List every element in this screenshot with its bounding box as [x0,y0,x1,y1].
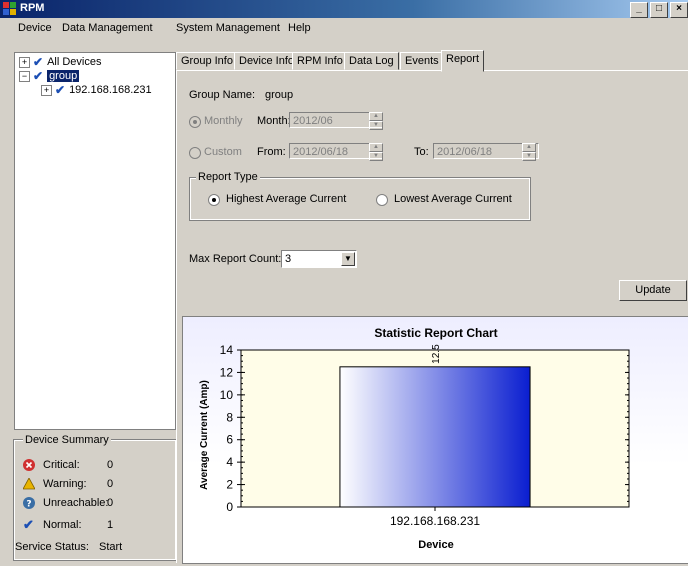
menu-data-management[interactable]: Data Management [62,22,153,34]
tab-rpm-info[interactable]: RPM Info [292,52,348,70]
custom-label: Custom [204,146,242,158]
custom-radio[interactable] [189,147,201,159]
tab-group-info[interactable]: Group Info [176,52,238,70]
bar [339,366,531,508]
normal-icon: ✔ [23,517,34,532]
summary-row-warning: Warning: 0 [22,477,114,490]
service-status-value: Start [99,541,123,553]
tree-item-device[interactable]: + ✔ 192.168.168.231 [41,83,152,97]
minimize-button[interactable]: _ [630,2,648,18]
device-tree[interactable]: + ✔ All Devices − ✔ group + ✔ 192.168.16… [14,52,176,430]
tree-item-label: 192.168.168.231 [69,84,152,96]
tree-item-label: group [47,70,80,82]
summary-value: 0 [107,459,114,471]
check-icon: ✔ [33,55,44,69]
expand-icon[interactable]: + [19,56,30,68]
summary-label: Critical: [43,459,80,471]
report-type-legend: Report Type [196,171,260,183]
summary-label: Unreachable: [43,497,109,509]
device-summary-group: Device Summary Critical: 0 Warning: 0 ? … [13,434,177,561]
to-label: To: [414,146,429,158]
summary-row-normal: ✔ Normal: 1 [23,517,114,532]
x-tick-label: 192.168.168.231 [390,514,480,528]
menu-device[interactable]: Device [18,22,52,34]
menu-bar: Device Data Management System Management… [0,19,688,37]
maximize-button[interactable]: □ [650,2,668,18]
highest-average-label: Highest Average Current [226,193,347,205]
tab-report[interactable]: Report [441,50,485,72]
collapse-icon[interactable]: − [19,70,30,82]
title-bar: RPM _ □ × [0,0,688,18]
expand-icon[interactable]: + [41,84,52,96]
bar-value-label: 12.5 [431,344,442,364]
unreachable-icon: ? [23,497,35,510]
summary-row-critical: Critical: 0 [23,459,113,471]
tree-item-group[interactable]: − ✔ group [19,69,80,83]
device-summary-title: Device Summary [23,434,111,446]
lowest-average-label: Lowest Average Current [394,193,512,205]
tree-item-label: All Devices [47,56,102,68]
monthly-radio[interactable] [189,116,201,128]
from-label: From: [257,146,286,158]
month-spinner[interactable]: ▲ ▼ [369,112,383,130]
close-button[interactable]: × [670,2,688,18]
group-name-value: group [265,89,294,101]
to-spinner[interactable]: ▲ ▼ [522,143,536,161]
y-tick-label: 2 [226,478,233,492]
y-tick-label: 6 [226,433,233,447]
warning-icon [22,477,36,490]
y-tick-label: 4 [226,455,233,469]
tab-device-info[interactable]: Device Info [234,52,300,70]
tab-events[interactable]: Events [400,52,444,70]
critical-icon [23,459,35,471]
summary-value: 0 [107,478,114,490]
summary-value: 0 [107,497,114,509]
max-report-count-label: Max Report Count: [189,253,282,265]
menu-help[interactable]: Help [288,22,311,34]
x-axis-label: Device [418,539,453,551]
update-button[interactable]: Update [619,280,687,301]
chart-title: Statistic Report Chart [374,326,497,340]
tab-data-log[interactable]: Data Log [344,52,399,70]
report-type-group: Report Type Highest Average Current Lowe… [189,171,531,221]
summary-label: Warning: [43,478,87,490]
y-tick-label: 10 [220,388,234,402]
summary-row-unreachable: ? Unreachable: 0 [23,497,114,510]
statistic-report-chart: Statistic Report Chart 0 2 4 6 8 10 12 14 12.5 … [182,316,688,564]
chevron-down-icon[interactable]: ▼ [341,252,355,266]
from-spinner[interactable]: ▲ ▼ [369,143,383,161]
month-label: Month: [257,115,291,127]
tree-item-all-devices[interactable]: + ✔ All Devices [19,55,101,69]
y-axis-label: Average Current (Amp) [199,380,210,490]
window-title: RPM [20,2,45,14]
svg-text:?: ? [26,500,31,510]
max-report-count-value: 3 [285,253,292,265]
summary-label: Normal: [43,519,82,531]
y-tick-label: 8 [226,410,233,424]
chart-svg: Statistic Report Chart 02468101214 12.5 … [199,326,630,551]
summary-value: 1 [107,519,114,531]
monthly-label: Monthly [204,115,243,127]
menu-system-management[interactable]: System Management [176,22,280,34]
y-tick-label: 0 [226,500,233,514]
y-tick-label: 12 [220,365,234,379]
y-tick-label: 14 [220,343,234,357]
check-icon: ✔ [55,83,66,97]
app-icon [3,2,16,15]
highest-average-radio[interactable] [208,194,220,206]
service-status-label: Service Status: [15,541,89,553]
service-status: Service Status: Start [15,541,122,553]
lowest-average-radio[interactable] [376,194,388,206]
group-name-label: Group Name: [189,89,256,101]
max-report-count-select[interactable]: 3 ▼ [281,250,357,268]
check-icon: ✔ [33,69,44,83]
